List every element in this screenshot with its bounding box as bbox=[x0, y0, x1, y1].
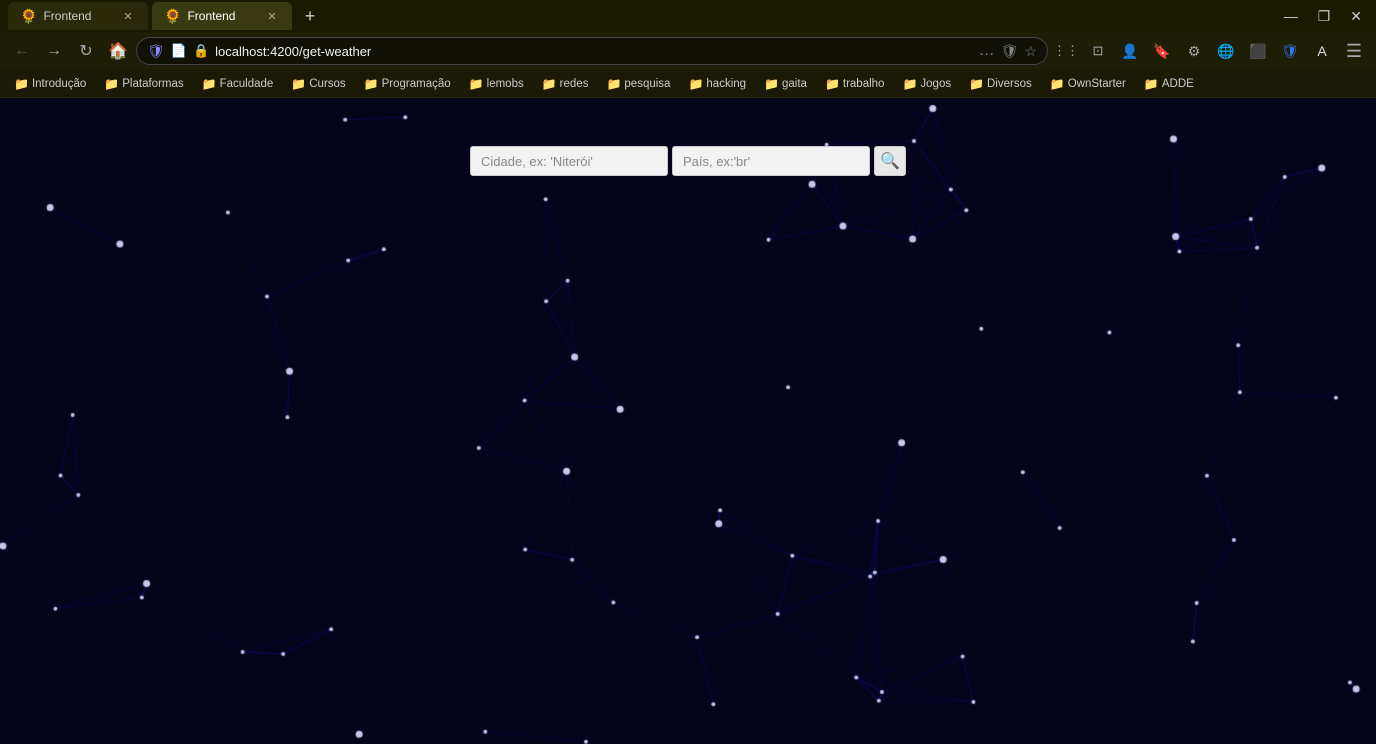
tab-2[interactable]: 🌻 Frontend ✕ bbox=[152, 2, 292, 30]
lock-icon: 🔒 bbox=[193, 43, 209, 59]
folder-icon: 📁 bbox=[764, 77, 779, 91]
refresh-button[interactable]: ↻ bbox=[72, 37, 100, 65]
nav-tools: ⋮⋮ ⊡ 👤 🔖 ⚙ 🌐 ⬛ 🛡 A ☰ bbox=[1052, 37, 1368, 65]
maximize-button[interactable]: ❐ bbox=[1312, 6, 1337, 27]
bookmark-label: trabalho bbox=[843, 78, 885, 90]
search-button[interactable]: 🔍 bbox=[874, 146, 906, 176]
bookmark-label: redes bbox=[560, 78, 589, 90]
back-button[interactable]: ← bbox=[8, 37, 36, 65]
window-controls: — ❐ ✕ bbox=[1278, 6, 1368, 27]
close-button[interactable]: ✕ bbox=[1344, 6, 1368, 27]
bookmarks-bar: 📁 Introdução 📁 Plataformas 📁 Faculdade 📁… bbox=[0, 70, 1376, 98]
star-icon[interactable]: ☆ bbox=[1024, 43, 1037, 60]
tab-1-close[interactable]: ✕ bbox=[120, 8, 136, 24]
bookmark-label: Programação bbox=[382, 78, 451, 90]
bookmark-label: ADDE bbox=[1162, 78, 1194, 90]
bookmark-gaita[interactable]: 📁 gaita bbox=[756, 75, 815, 93]
tab-2-icon: 🌻 bbox=[164, 8, 181, 25]
tab-2-label: Frontend bbox=[187, 9, 235, 23]
titlebar: 🌻 Frontend ✕ 🌻 Frontend ✕ + — ❐ ✕ bbox=[0, 0, 1376, 32]
menu-icon[interactable]: ☰ bbox=[1340, 37, 1368, 65]
bookmark-label: lemobs bbox=[487, 78, 524, 90]
tab-2-close[interactable]: ✕ bbox=[264, 8, 280, 24]
bookmark-diversos[interactable]: 📁 Diversos bbox=[961, 75, 1040, 93]
pocket-icon[interactable]: ⬛ bbox=[1244, 37, 1272, 65]
folder-icon: 📁 bbox=[1050, 77, 1065, 91]
settings-icon[interactable]: ⚙ bbox=[1180, 37, 1208, 65]
folder-icon: 📁 bbox=[1144, 77, 1159, 91]
bookmark-label: Faculdade bbox=[220, 78, 274, 90]
shield-check-icon[interactable]: 🛡 bbox=[1001, 43, 1019, 60]
home-button[interactable]: 🏠 bbox=[104, 37, 132, 65]
folder-icon: 📁 bbox=[606, 77, 621, 91]
bookmark-label: pesquisa bbox=[624, 78, 670, 90]
minimize-button[interactable]: — bbox=[1278, 6, 1304, 26]
tab-1[interactable]: 🌻 Frontend ✕ bbox=[8, 2, 148, 30]
city-input[interactable] bbox=[470, 146, 668, 176]
navbar: ← → ↻ 🏠 🛡 📄 🔒 localhost:4200/get-weather… bbox=[0, 32, 1376, 70]
folder-icon: 📁 bbox=[688, 77, 703, 91]
more-icon[interactable]: … bbox=[979, 42, 995, 60]
folder-icon: 📁 bbox=[969, 77, 984, 91]
tab-1-label: Frontend bbox=[43, 9, 91, 23]
extensions-icon[interactable]: ⋮⋮ bbox=[1052, 37, 1080, 65]
address-bar[interactable]: 🛡 📄 🔒 localhost:4200/get-weather … 🛡 ☆ bbox=[136, 37, 1048, 65]
bookmark-cursos[interactable]: 📁 Cursos bbox=[283, 75, 353, 93]
search-form: 🔍 bbox=[470, 146, 906, 176]
bookmark-red-icon[interactable]: 🔖 bbox=[1148, 37, 1176, 65]
folder-icon: 📁 bbox=[542, 77, 557, 91]
profile-icon[interactable]: 👤 bbox=[1116, 37, 1144, 65]
bookmark-redes[interactable]: 📁 redes bbox=[534, 75, 597, 93]
folder-icon: 📁 bbox=[902, 77, 917, 91]
search-icon: 🔍 bbox=[880, 151, 900, 171]
bookmark-label: Introdução bbox=[32, 78, 86, 90]
forward-button[interactable]: → bbox=[40, 37, 68, 65]
folder-icon: 📁 bbox=[104, 77, 119, 91]
bookmark-faculdade[interactable]: 📁 Faculdade bbox=[194, 75, 282, 93]
bookmark-label: Plataformas bbox=[122, 78, 183, 90]
bookmark-label: gaita bbox=[782, 78, 807, 90]
bookmark-plataformas[interactable]: 📁 Plataformas bbox=[96, 75, 191, 93]
font-icon[interactable]: A bbox=[1308, 37, 1336, 65]
tab-1-icon: 🌻 bbox=[20, 8, 37, 25]
bookmark-introducao[interactable]: 📁 Introdução bbox=[6, 75, 94, 93]
tab-view-icon[interactable]: ⊡ bbox=[1084, 37, 1112, 65]
page-icon: 📄 bbox=[171, 43, 187, 59]
bookmark-jogos[interactable]: 📁 Jogos bbox=[894, 75, 959, 93]
bookmark-hacking[interactable]: 📁 hacking bbox=[680, 75, 754, 93]
address-icons: … 🛡 ☆ bbox=[979, 42, 1037, 60]
bookmark-adde[interactable]: 📁 ADDE bbox=[1136, 75, 1202, 93]
network-canvas bbox=[0, 98, 1376, 744]
url-text[interactable]: localhost:4200/get-weather bbox=[215, 44, 973, 59]
folder-icon: 📁 bbox=[14, 77, 29, 91]
main-content: 🔍 bbox=[0, 98, 1376, 744]
new-tab-button[interactable]: + bbox=[296, 2, 324, 30]
bookmark-ownstarter[interactable]: 📁 OwnStarter bbox=[1042, 75, 1134, 93]
folder-icon: 📁 bbox=[469, 77, 484, 91]
bookmark-label: Cursos bbox=[309, 78, 345, 90]
ublock-icon[interactable]: 🛡 bbox=[1276, 37, 1304, 65]
bookmark-label: hacking bbox=[706, 78, 746, 90]
shield-icon: 🛡 bbox=[147, 43, 165, 60]
bookmark-lemobs[interactable]: 📁 lemobs bbox=[461, 75, 532, 93]
country-input[interactable] bbox=[672, 146, 870, 176]
folder-icon: 📁 bbox=[202, 77, 217, 91]
bookmark-pesquisa[interactable]: 📁 pesquisa bbox=[598, 75, 678, 93]
bookmark-label: Diversos bbox=[987, 78, 1032, 90]
bookmark-trabalho[interactable]: 📁 trabalho bbox=[817, 75, 893, 93]
folder-icon: 📁 bbox=[825, 77, 840, 91]
bookmark-programacao[interactable]: 📁 Programação bbox=[356, 75, 459, 93]
folder-icon: 📁 bbox=[364, 77, 379, 91]
bookmark-label: Jogos bbox=[920, 78, 951, 90]
folder-icon: 📁 bbox=[291, 77, 306, 91]
vpn-icon[interactable]: 🌐 bbox=[1212, 37, 1240, 65]
bookmark-label: OwnStarter bbox=[1068, 78, 1126, 90]
